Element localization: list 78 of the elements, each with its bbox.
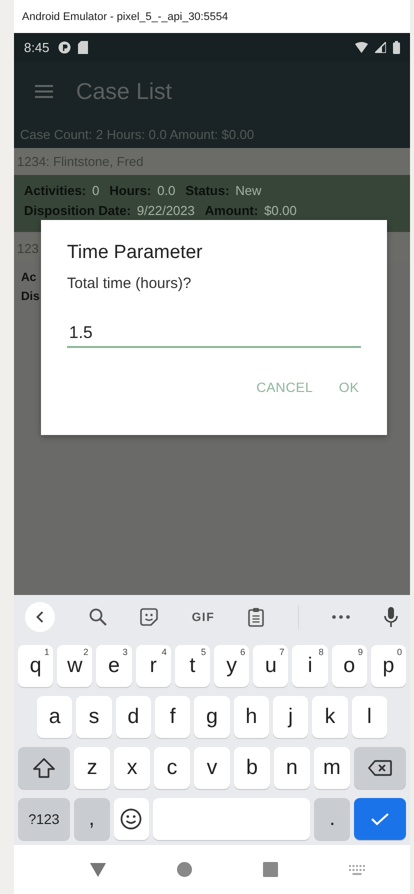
- punctuation-key[interactable]: .: [314, 798, 350, 840]
- key-hint: 3: [122, 647, 128, 657]
- shift-key[interactable]: [18, 747, 70, 789]
- battery-icon: [393, 41, 400, 54]
- letter-key[interactable]: p 0: [370, 645, 406, 687]
- letter-key[interactable]: c: [154, 747, 190, 789]
- letter-key[interactable]: z: [74, 747, 110, 789]
- key-hint: 1: [44, 647, 50, 657]
- letter-key[interactable]: b: [234, 747, 270, 789]
- field-value: $0.00: [264, 203, 297, 218]
- field-value: 0: [92, 183, 100, 198]
- shift-icon: [33, 758, 56, 778]
- letter-key[interactable]: a: [37, 696, 72, 738]
- key-hint: 5: [201, 647, 206, 657]
- chevron-left-icon: [36, 611, 44, 623]
- letter-key[interactable]: g: [194, 696, 230, 738]
- sd-card-icon: [78, 41, 88, 54]
- key-hint: 8: [318, 647, 324, 657]
- field-value: 9/22/2023: [136, 203, 195, 218]
- home-icon[interactable]: [176, 862, 192, 877]
- search-icon[interactable]: [88, 608, 107, 626]
- letter-key[interactable]: u 7: [253, 645, 288, 687]
- key-hint: 4: [162, 647, 167, 657]
- letter-key[interactable]: y 6: [214, 645, 250, 687]
- letter-key[interactable]: v: [194, 747, 230, 789]
- key-hint: 9: [358, 647, 363, 657]
- letter-key[interactable]: k: [312, 696, 348, 738]
- menu-icon[interactable]: [35, 84, 53, 98]
- key-hint: 2: [83, 647, 88, 657]
- enter-key[interactable]: [354, 798, 406, 840]
- recents-icon[interactable]: [262, 862, 278, 877]
- summary-text: Case Count: 2 Hours: 0.0 Amount: $0.00: [20, 126, 254, 142]
- field-value: 0.0: [157, 183, 176, 198]
- letter-key[interactable]: q 1: [18, 645, 54, 687]
- letter-key[interactable]: r 4: [136, 645, 171, 687]
- letter-key[interactable]: d: [116, 696, 151, 738]
- gif-button[interactable]: GIF: [192, 610, 215, 624]
- more-icon[interactable]: [332, 615, 350, 619]
- key-hint: 0: [397, 647, 402, 657]
- letter-key[interactable]: o 9: [332, 645, 367, 687]
- wifi-icon: [355, 42, 368, 53]
- field-value: New: [235, 183, 262, 198]
- letter-key[interactable]: t 5: [174, 645, 210, 687]
- letter-key[interactable]: w 2: [57, 645, 92, 687]
- letter-key[interactable]: i 8: [292, 645, 328, 687]
- microphone-icon[interactable]: [384, 607, 398, 627]
- backspace-icon: [368, 760, 392, 776]
- dialog-message: Total time (hours)?: [67, 275, 192, 292]
- letter-key[interactable]: h: [234, 696, 269, 738]
- app-notification-icon: [58, 41, 72, 54]
- symbols-key[interactable]: ?123: [18, 798, 70, 840]
- backspace-key[interactable]: [354, 747, 406, 789]
- letter-key[interactable]: s: [76, 696, 112, 738]
- clipboard-icon[interactable]: [248, 607, 264, 627]
- input-field[interactable]: 1.5: [67, 323, 361, 348]
- signal-icon: [375, 42, 386, 53]
- field-label: Dis: [21, 289, 40, 303]
- back-triangle-icon[interactable]: [90, 862, 106, 876]
- letter-key[interactable]: n: [274, 747, 310, 789]
- dialog-title: Time Parameter: [67, 242, 204, 264]
- field-label: Ac: [21, 270, 36, 284]
- window-title: Android Emulator - pixel_5_-_api_30:5554: [22, 10, 228, 22]
- letter-key[interactable]: m: [314, 747, 350, 789]
- emoji-key[interactable]: [114, 798, 150, 840]
- screen-title: Case List: [76, 78, 172, 104]
- smiley-icon: [120, 808, 142, 830]
- letter-key[interactable]: l: [352, 696, 387, 738]
- key-hint: 7: [279, 647, 284, 657]
- checkmark-icon: [370, 812, 390, 826]
- letter-key[interactable]: f: [154, 696, 190, 738]
- letter-key[interactable]: x: [114, 747, 150, 789]
- letter-key[interactable]: e 3: [96, 645, 132, 687]
- letter-key[interactable]: j: [272, 696, 308, 738]
- status-time: 8:45: [24, 40, 50, 55]
- punctuation-key[interactable]: ,: [74, 798, 110, 840]
- sticker-icon[interactable]: [140, 608, 158, 626]
- back-button[interactable]: [25, 602, 55, 632]
- key-hint: 6: [240, 647, 246, 657]
